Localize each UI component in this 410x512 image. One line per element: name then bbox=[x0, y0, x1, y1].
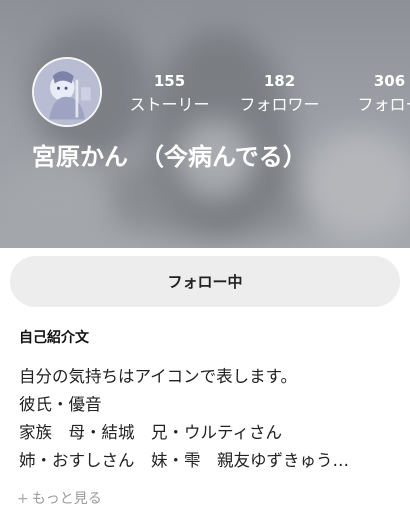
bio-line: 自分の気持ちはアイコンで表します。 bbox=[19, 367, 298, 386]
bio-text: 自分の気持ちはアイコンで表します。 彼氏・優音 家族 母・結城 兄・ウルティさん… bbox=[19, 363, 399, 475]
bio-line: 彼氏・優音 bbox=[19, 395, 102, 414]
profile-page: 155 ストーリー 182 フォロワー 306 フォロー 宮原かん （今病んでる… bbox=[0, 0, 410, 512]
stat-followers[interactable]: 182 フォロワー bbox=[232, 72, 327, 116]
plus-icon: + bbox=[17, 491, 29, 507]
stat-following[interactable]: 306 フォロー bbox=[342, 72, 410, 116]
bio-line: 家族 母・結城 兄・ウルティさん bbox=[19, 423, 283, 442]
see-more-label: もっと見る bbox=[31, 491, 102, 507]
see-more-link[interactable]: + もっと見る bbox=[17, 488, 102, 510]
stories-count: 155 bbox=[153, 72, 186, 90]
bio-line: 姉・おすしさん 妹・雫 親友ゆずきゅう… bbox=[19, 451, 349, 470]
profile-name: 宮原かん （今病んでる） bbox=[32, 143, 307, 171]
followers-count: 182 bbox=[263, 72, 296, 90]
following-button[interactable]: フォロー中 bbox=[10, 256, 400, 307]
stories-label: ストーリー bbox=[129, 95, 210, 114]
avatar[interactable] bbox=[32, 57, 102, 127]
bio-title: 自己紹介文 bbox=[19, 330, 89, 346]
stat-stories[interactable]: 155 ストーリー bbox=[122, 72, 217, 116]
following-label: フォロー bbox=[357, 95, 410, 114]
profile-cover: 155 ストーリー 182 フォロワー 306 フォロー 宮原かん （今病んでる… bbox=[0, 0, 410, 248]
following-count: 306 bbox=[373, 72, 406, 90]
followers-label: フォロワー bbox=[239, 95, 320, 114]
